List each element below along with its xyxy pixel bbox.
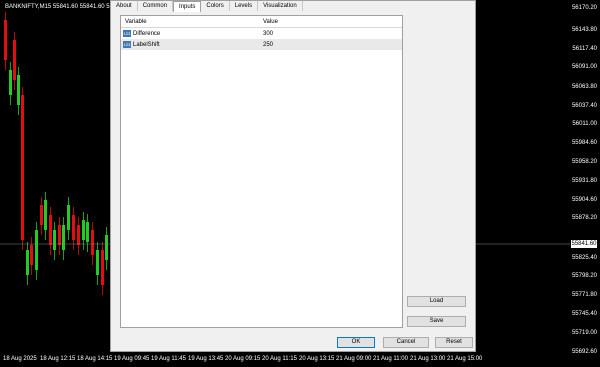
price-label: 55719.00 bbox=[571, 330, 597, 336]
price-label: 55958.20 bbox=[571, 159, 597, 165]
header-value: Value bbox=[263, 19, 278, 25]
tab-visualization[interactable]: Visualization bbox=[258, 1, 303, 11]
input-row-difference[interactable]: 123 Difference 300 bbox=[121, 28, 402, 39]
candle-body bbox=[82, 220, 85, 240]
price-label: 55771.80 bbox=[571, 292, 597, 298]
input-row-labelshift[interactable]: 123 LabelShift 250 bbox=[121, 39, 402, 50]
cancel-button[interactable]: Cancel bbox=[383, 337, 429, 348]
price-label: 55745.40 bbox=[571, 311, 597, 317]
candle-body bbox=[101, 250, 104, 285]
price-label: 55904.60 bbox=[571, 197, 597, 203]
inputs-grid: Variable Value 123 Difference 300 123 La… bbox=[120, 15, 403, 328]
candle-body bbox=[49, 215, 52, 245]
candle-body bbox=[17, 75, 20, 105]
indicator-properties-dialog: About Common Inputs Colors Levels Visual… bbox=[110, 0, 476, 352]
candle-body bbox=[35, 230, 38, 270]
tab-levels[interactable]: Levels bbox=[229, 1, 259, 11]
input-name: Difference bbox=[133, 31, 161, 37]
price-label: 55825.40 bbox=[571, 255, 597, 261]
candle-body bbox=[72, 215, 75, 240]
time-label: 19 Aug 11:45 bbox=[151, 356, 186, 362]
price-label: 56011.00 bbox=[572, 121, 597, 127]
tab-common[interactable]: Common bbox=[137, 1, 174, 11]
ok-button[interactable]: OK bbox=[337, 337, 375, 348]
candle-body bbox=[40, 205, 43, 225]
price-label: 56117.40 bbox=[572, 46, 597, 52]
grid-header: Variable Value bbox=[121, 16, 402, 28]
reset-button[interactable]: Reset bbox=[435, 337, 473, 348]
int-type-icon: 123 bbox=[123, 41, 131, 48]
candles bbox=[4, 12, 108, 295]
price-label: 56170.20 bbox=[571, 5, 597, 11]
time-label: 19 Aug 09:45 bbox=[114, 356, 150, 362]
price-label: 55984.60 bbox=[571, 140, 597, 146]
candle-body bbox=[62, 225, 65, 250]
time-label: 21 Aug 11:00 bbox=[373, 356, 408, 362]
candle-body bbox=[86, 222, 89, 242]
candle-body bbox=[58, 225, 61, 245]
time-label: 19 Aug 13:45 bbox=[188, 356, 224, 362]
candle-body bbox=[4, 20, 7, 60]
candle-body bbox=[67, 205, 70, 230]
tab-about[interactable]: About bbox=[111, 1, 138, 11]
time-label: 20 Aug 11:15 bbox=[262, 356, 297, 362]
price-label: 56037.40 bbox=[571, 103, 597, 109]
int-type-icon: 123 bbox=[123, 30, 131, 37]
candle-body bbox=[44, 200, 47, 230]
price-label: 55692.60 bbox=[571, 349, 597, 355]
header-variable: Variable bbox=[125, 19, 147, 25]
price-label: 55878.20 bbox=[571, 215, 597, 221]
time-label: 21 Aug 15:00 bbox=[447, 356, 483, 362]
time-label: 18 Aug 12:15 bbox=[40, 356, 76, 362]
time-label: 20 Aug 13:15 bbox=[299, 356, 335, 362]
candle-body bbox=[77, 225, 80, 245]
price-label: 55931.80 bbox=[571, 178, 597, 184]
input-value[interactable]: 250 bbox=[263, 42, 273, 48]
current-price-tag: 55841.60 bbox=[571, 240, 597, 248]
tab-inputs[interactable]: Inputs bbox=[173, 1, 202, 12]
time-label: 18 Aug 2025 bbox=[3, 356, 37, 362]
candle-body bbox=[91, 230, 94, 255]
candle-body bbox=[26, 250, 29, 275]
price-label: 56063.80 bbox=[571, 84, 597, 90]
load-button[interactable]: Load bbox=[407, 296, 466, 307]
time-label: 21 Aug 09:00 bbox=[336, 356, 372, 362]
input-value[interactable]: 300 bbox=[263, 31, 273, 37]
price-label: 56143.80 bbox=[571, 27, 597, 33]
candle-body bbox=[53, 230, 56, 250]
candle-body bbox=[105, 235, 108, 260]
candle-body bbox=[30, 245, 33, 265]
tab-colors[interactable]: Colors bbox=[201, 1, 230, 11]
candle-body bbox=[9, 70, 12, 95]
tab-bar: About Common Inputs Colors Levels Visual… bbox=[111, 1, 303, 12]
price-label: 55798.20 bbox=[571, 273, 597, 279]
candle-body bbox=[96, 250, 99, 275]
candle-body bbox=[21, 95, 24, 240]
time-label: 21 Aug 13:00 bbox=[410, 356, 446, 362]
save-button[interactable]: Save bbox=[407, 316, 466, 327]
price-label: 56091.00 bbox=[571, 64, 597, 70]
time-label: 18 Aug 14:15 bbox=[77, 356, 113, 362]
input-name: LabelShift bbox=[133, 42, 160, 48]
time-label: 20 Aug 09:15 bbox=[225, 356, 261, 362]
chart-title: BANKNIFTY,M15 55841.60 55841.60 55 bbox=[5, 4, 113, 10]
candle-body bbox=[13, 40, 16, 80]
